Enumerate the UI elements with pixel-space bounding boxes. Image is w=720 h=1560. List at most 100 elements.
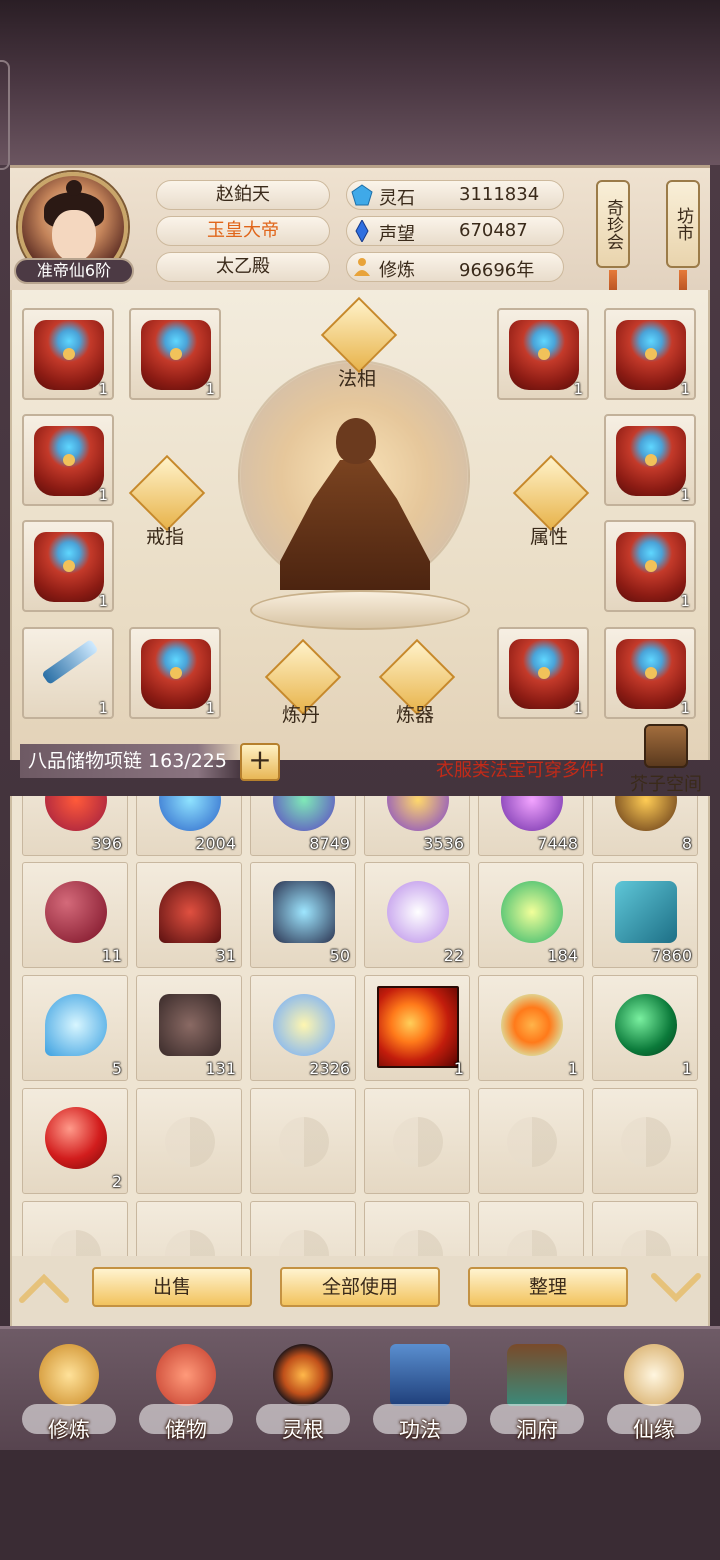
- amber-orb-icon: [615, 796, 677, 831]
- inventory-cell-empty[interactable]: [592, 1088, 698, 1194]
- equip-slot[interactable]: 1: [22, 308, 114, 400]
- inventory-cell[interactable]: 8749: [250, 796, 356, 856]
- yinyang-icon: [279, 1117, 329, 1167]
- armor-icon: [141, 320, 211, 390]
- yinyang-icon: [51, 1230, 101, 1256]
- equip-slot[interactable]: 1: [22, 520, 114, 612]
- inventory-cell[interactable]: 2004: [136, 796, 242, 856]
- item-count: 7860: [651, 946, 692, 965]
- chest-icon[interactable]: [644, 724, 688, 768]
- stat-label: 修炼: [379, 260, 415, 281]
- inventory-cell-empty[interactable]: [592, 1201, 698, 1256]
- yinyang-icon: [393, 1117, 443, 1167]
- item-count: 1: [681, 1059, 692, 1078]
- nav-fortune[interactable]: 仙缘: [599, 1340, 709, 1444]
- nav-label: 仙缘: [633, 1418, 675, 1442]
- sell-button[interactable]: 出售: [92, 1267, 252, 1307]
- inventory-cell[interactable]: 7860: [592, 862, 698, 968]
- equip-slot[interactable]: 1: [129, 308, 221, 400]
- equip-slot[interactable]: 1: [22, 627, 114, 719]
- armor-icon: [509, 639, 579, 709]
- inventory-cell-empty[interactable]: [136, 1201, 242, 1256]
- inventory-cell-empty[interactable]: [478, 1201, 584, 1256]
- mushroom-icon: [159, 881, 221, 943]
- space-label[interactable]: 芥子空间: [630, 770, 702, 796]
- item-count: 8: [681, 834, 692, 853]
- spirit-stone-icon: [351, 184, 373, 206]
- inventory-cell[interactable]: 8: [592, 796, 698, 856]
- inventory-cell-empty[interactable]: [364, 1088, 470, 1194]
- inventory-cell-empty[interactable]: [136, 1088, 242, 1194]
- faxiang-label: 法相: [338, 368, 377, 390]
- inventory-cell[interactable]: 184: [478, 862, 584, 968]
- scroll-down-icon[interactable]: [650, 1268, 702, 1308]
- stat-label: 灵石: [379, 188, 415, 209]
- inventory-cell[interactable]: 22: [364, 862, 470, 968]
- nav-spirit-root[interactable]: 灵根: [248, 1340, 358, 1444]
- item-count: 2326: [309, 1059, 350, 1078]
- market-button[interactable]: 坊市: [666, 180, 700, 268]
- armor-icon: [616, 320, 686, 390]
- expand-storage-button[interactable]: +: [240, 743, 280, 781]
- lotus-pedestal: [250, 590, 470, 630]
- armor-icon: [509, 320, 579, 390]
- player-name: 赵鉑天: [156, 180, 330, 210]
- inventory-cell[interactable]: 2326: [250, 975, 356, 1081]
- equip-slot[interactable]: 1: [22, 414, 114, 506]
- armor-icon: [34, 426, 104, 496]
- inventory-cell[interactable]: 396: [22, 796, 128, 856]
- equip-slot[interactable]: 1: [604, 627, 696, 719]
- inventory-grid[interactable]: 396 2004 8749 3536 7448 8 11 31 50 22 18…: [10, 796, 710, 1256]
- nav-storage[interactable]: 储物: [131, 1340, 241, 1444]
- inventory-cell[interactable]: 1: [478, 975, 584, 1081]
- treasure-shop-button[interactable]: 奇珍会: [596, 180, 630, 268]
- inventory-cell[interactable]: 5: [22, 975, 128, 1081]
- inventory-cell-empty[interactable]: [22, 1201, 128, 1256]
- item-count: 7448: [537, 834, 578, 853]
- item-count: 11: [101, 946, 122, 965]
- equip-slot[interactable]: 1: [604, 308, 696, 400]
- inventory-cell-empty[interactable]: [478, 1088, 584, 1194]
- side-drawer-handle[interactable]: [0, 60, 10, 170]
- equip-slot[interactable]: 1: [604, 520, 696, 612]
- inventory-cell[interactable]: 50: [250, 862, 356, 968]
- scroll-up-icon[interactable]: [18, 1268, 70, 1308]
- fire-wheel-icon: [501, 994, 563, 1056]
- purple-essence-icon: [501, 796, 563, 831]
- nav-techniques[interactable]: 功法: [365, 1340, 475, 1444]
- armor-icon: [616, 426, 686, 496]
- storage-capacity: 八品储物项链 163/225: [20, 744, 242, 778]
- nav-cultivate[interactable]: 修炼: [14, 1340, 124, 1444]
- inventory-cell-empty[interactable]: [364, 1201, 470, 1256]
- inventory-cell[interactable]: 31: [136, 862, 242, 968]
- player-title: 玉皇大帝: [156, 216, 330, 246]
- water-orb-icon: [159, 796, 221, 831]
- item-count: 1: [205, 380, 215, 398]
- meditating-figure-icon: [39, 1344, 99, 1406]
- equip-slot[interactable]: 1: [497, 627, 589, 719]
- equip-slot[interactable]: 1: [604, 414, 696, 506]
- item-count: 1: [98, 592, 108, 610]
- inventory-cell[interactable]: 7448: [478, 796, 584, 856]
- inventory-cell-empty[interactable]: [250, 1201, 356, 1256]
- stat-cultivation[interactable]: 修炼 96696年: [346, 252, 564, 282]
- armor-icon: [616, 639, 686, 709]
- dragon-card-icon: [377, 986, 459, 1068]
- sort-button[interactable]: 整理: [468, 1267, 628, 1307]
- inventory-cell[interactable]: 3536: [364, 796, 470, 856]
- equip-slot[interactable]: 1: [129, 627, 221, 719]
- inventory-cell[interactable]: 1: [592, 975, 698, 1081]
- nav-cave[interactable]: 洞府: [482, 1340, 592, 1444]
- nav-label: 灵根: [282, 1418, 324, 1442]
- inventory-cell-empty[interactable]: [250, 1088, 356, 1194]
- item-count: 31: [215, 946, 236, 965]
- use-all-button[interactable]: 全部使用: [280, 1267, 440, 1307]
- yinyang-icon: [507, 1117, 557, 1167]
- inventory-cell[interactable]: 1: [364, 975, 470, 1081]
- stat-reputation[interactable]: 声望 670487: [346, 216, 564, 246]
- inventory-cell[interactable]: 2: [22, 1088, 128, 1194]
- equip-slot[interactable]: 1: [497, 308, 589, 400]
- inventory-cell[interactable]: 131: [136, 975, 242, 1081]
- stat-spirit-stone[interactable]: 灵石 3111834: [346, 180, 564, 210]
- inventory-cell[interactable]: 11: [22, 862, 128, 968]
